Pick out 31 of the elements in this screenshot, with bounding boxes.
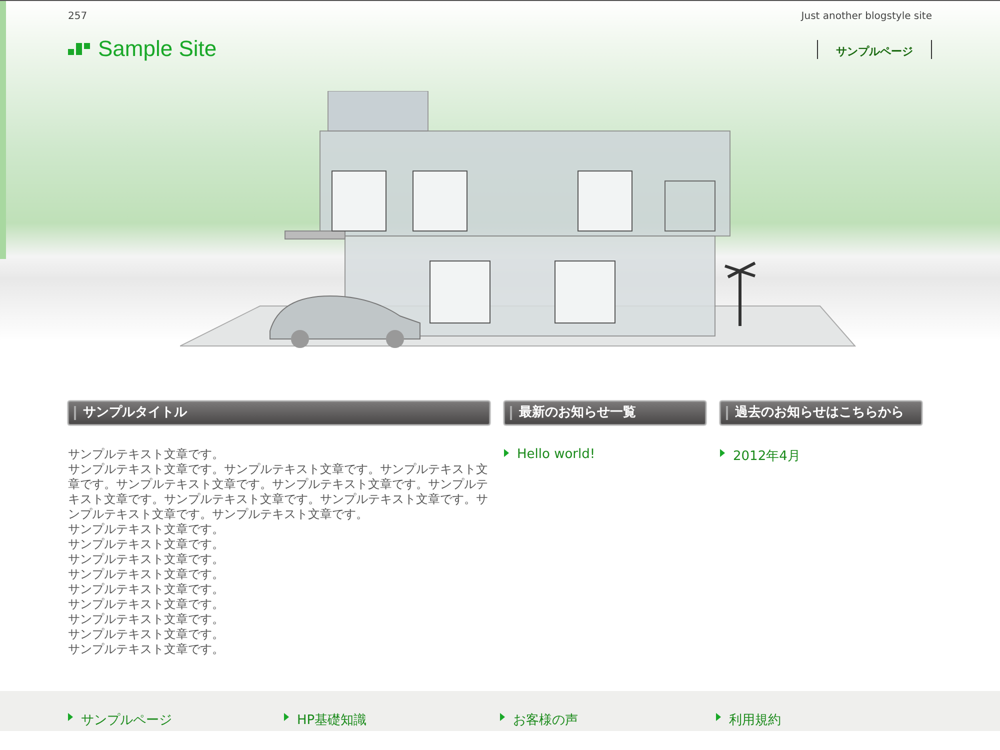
bullet-arrow-icon (504, 449, 509, 457)
bullet-arrow-icon (716, 713, 721, 721)
body-text: サンプルテキスト文章です。 (68, 582, 225, 597)
body-text: サンプルテキスト文章です。サンプルテキスト文章です。サンプルテキスト文章です。サンプルテキスト文章です。サンプルテキスト文章です。サンプルテキスト文章です。サンプルテキスト文章です。サンプルテキスト文章です。サンプルテキスト文章です。サンプルテキスト文章です。 (68, 462, 489, 522)
site-tagline: Just another blogstyle site (801, 11, 932, 22)
body-text: サンプルテキスト文章です。 (68, 642, 225, 657)
logo-squares-icon (68, 43, 90, 55)
body-text: サンプルテキスト文章です。 (68, 537, 225, 552)
body-text: サンプルテキスト文章です。 (68, 567, 225, 582)
body-text: サンプルテキスト文章です。 (68, 627, 225, 642)
footer-link[interactable]: お客様の声 (513, 711, 578, 729)
widget-link[interactable]: 2012年4月 (733, 447, 800, 465)
bullet-arrow-icon (500, 713, 505, 721)
body-text: サンプルテキスト文章です。 (68, 612, 225, 627)
bullet-arrow-icon (720, 449, 725, 457)
widget-heading: 最新のお知らせ一覧 (504, 401, 706, 425)
section-heading: サンプルタイトル (68, 401, 490, 425)
body-text: サンプルテキスト文章です。 (68, 522, 225, 537)
body-text: サンプルテキスト文章です。 (68, 597, 225, 612)
bullet-arrow-icon (68, 713, 73, 721)
nav-link[interactable]: サンプルページ (836, 44, 913, 58)
widget-link[interactable]: Hello world! (517, 447, 596, 462)
widget-heading: 過去のお知らせはこちらから (720, 401, 922, 425)
visitor-counter: 257 (68, 11, 88, 22)
footer-link[interactable]: 利用規約 (729, 711, 781, 729)
site-logo[interactable]: Sample Site (68, 36, 217, 62)
body-text: サンプルテキスト文章です。 (68, 552, 225, 567)
body-text: サンプルテキスト文章です。 (68, 447, 225, 462)
bullet-arrow-icon (284, 713, 289, 721)
footer-link[interactable]: HP基礎知識 (297, 711, 367, 729)
footer-link[interactable]: サンプルページ (81, 711, 172, 729)
